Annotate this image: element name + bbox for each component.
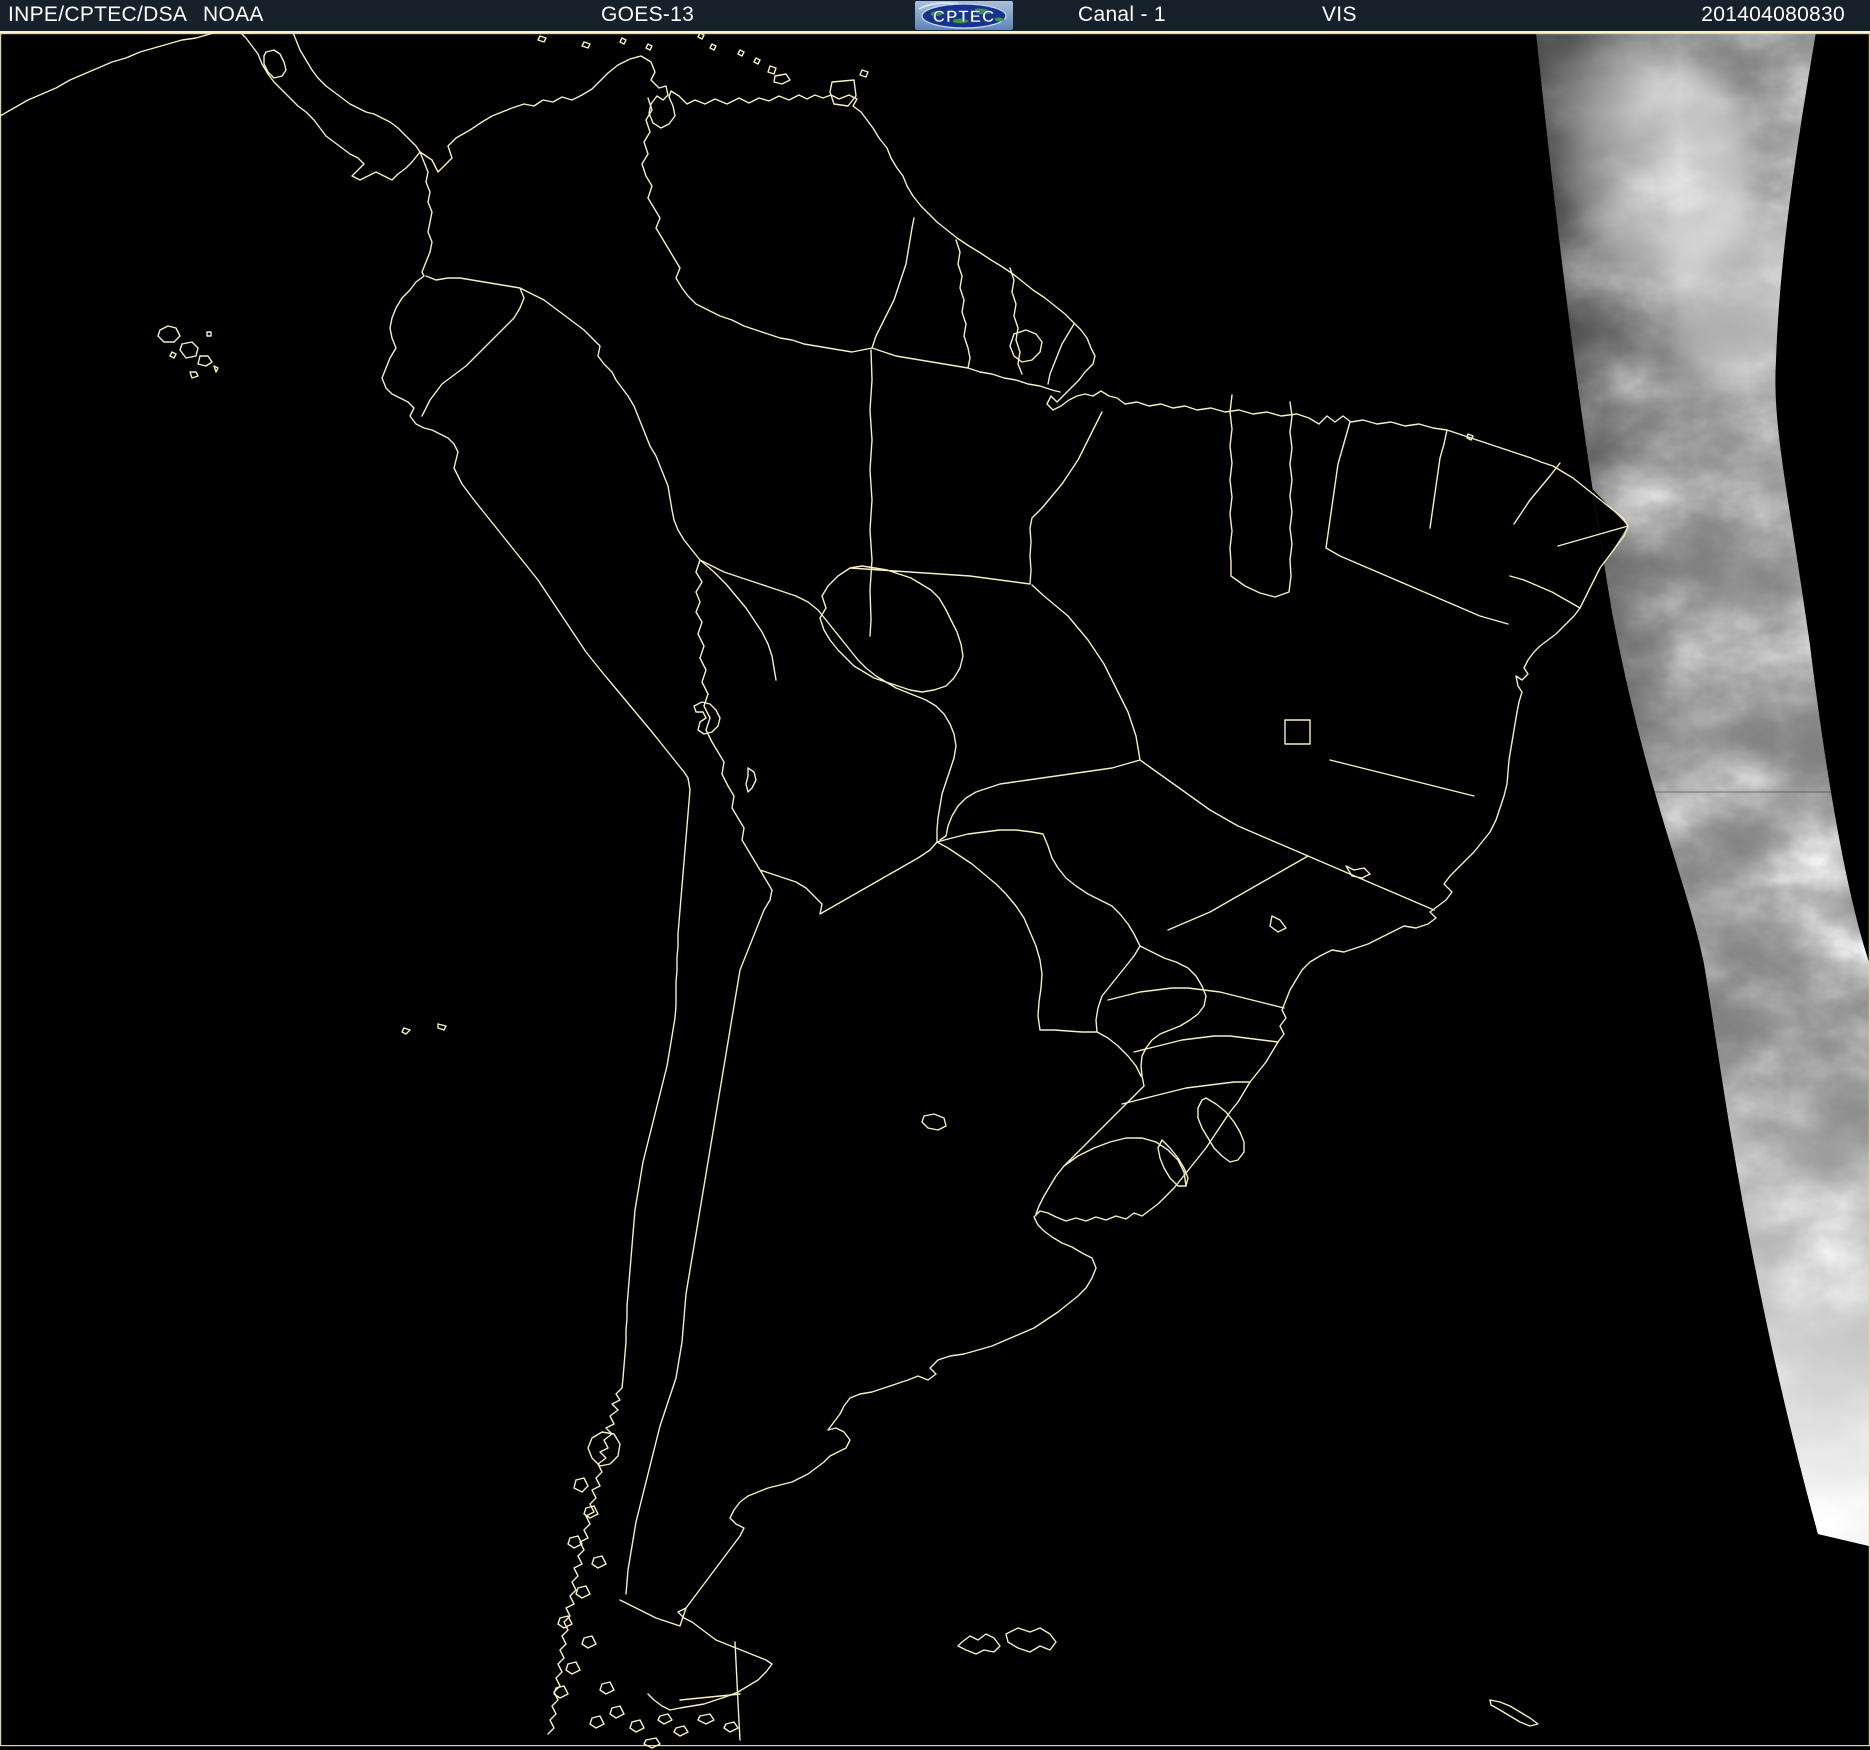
agency-label: INPE/CPTEC/DSA bbox=[8, 3, 188, 26]
logo-text: CPTEC bbox=[933, 7, 996, 26]
band-label: VIS bbox=[1322, 3, 1357, 26]
satellite-label: GOES-13 bbox=[601, 3, 695, 26]
satellite-map bbox=[0, 33, 1870, 1750]
channel-label: Canal - 1 bbox=[1078, 3, 1166, 26]
timestamp-label: 201404080830 bbox=[1701, 3, 1845, 26]
cptec-logo: CPTEC bbox=[915, 1, 1013, 30]
header-separator-line bbox=[0, 31, 1870, 33]
satellite-image-page: { "header": { "bg": "#16212b", "agency":… bbox=[0, 0, 1870, 1750]
noaa-label: NOAA bbox=[203, 3, 264, 26]
